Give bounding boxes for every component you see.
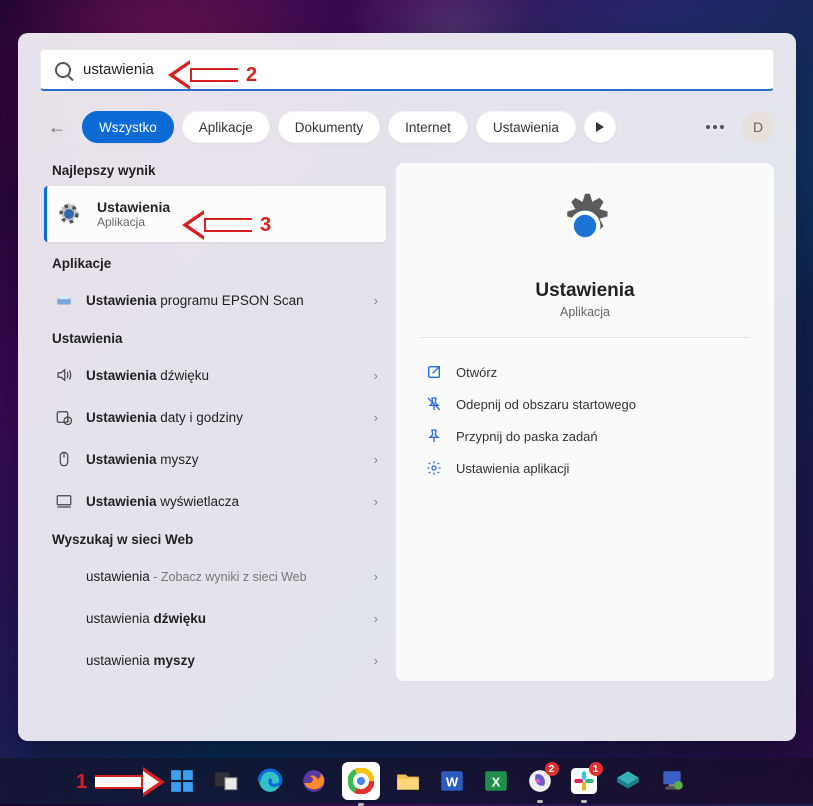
search-box[interactable]	[40, 49, 774, 91]
action-open[interactable]: Otwórz	[396, 356, 774, 388]
app-icon-2[interactable]	[656, 765, 688, 797]
annotation-number: 1	[76, 771, 87, 794]
app-result-item[interactable]: Ustawienia programu EPSON Scan ›	[52, 279, 384, 321]
gear-icon	[426, 460, 442, 476]
mouse-icon	[54, 450, 74, 468]
result-text: ustawienia dźwięku	[86, 611, 206, 626]
badge: 2	[545, 762, 559, 776]
start-search-panel: ← Wszystko Aplikacje Dokumenty Internet …	[18, 33, 796, 741]
preview-pane: Ustawienia Aplikacja Otwórz Odepnij od o…	[396, 163, 774, 681]
app-icon-1[interactable]	[612, 765, 644, 797]
chevron-right-icon: ›	[374, 653, 378, 668]
copilot-icon[interactable]: 2	[524, 765, 556, 797]
user-avatar[interactable]: D	[742, 111, 774, 143]
result-text: ustawienia myszy	[86, 653, 195, 668]
settings-result-datetime[interactable]: Ustawienia daty i godziny ›	[52, 396, 384, 438]
preview-title: Ustawienia	[535, 280, 634, 302]
edge-icon[interactable]	[254, 765, 286, 797]
play-icon	[596, 122, 604, 132]
settings-result-sound[interactable]: Ustawienia dźwięku ›	[52, 354, 384, 396]
search-icon	[55, 62, 71, 78]
filter-apps[interactable]: Aplikacje	[182, 111, 270, 143]
badge: 1	[589, 762, 603, 776]
action-app-settings[interactable]: Ustawienia aplikacji	[396, 452, 774, 484]
results-column: Najlepszy wynik Ustawienia Aplikacja Apl…	[52, 163, 384, 681]
gear-icon	[550, 191, 620, 266]
datetime-icon	[54, 408, 74, 426]
section-web: Wyszukaj w sieci Web	[52, 532, 384, 547]
annotation-arrow-3: 3	[182, 210, 279, 240]
web-result-item[interactable]: ustawienia myszy ›	[52, 639, 384, 681]
filter-documents[interactable]: Dokumenty	[278, 111, 380, 143]
overflow-menu[interactable]	[706, 125, 724, 129]
annotation-arrow-1: 1	[68, 767, 165, 797]
section-settings: Ustawienia	[52, 331, 384, 346]
result-text: Ustawienia wyświetlacza	[86, 494, 239, 509]
excel-icon[interactable]: X	[480, 765, 512, 797]
chevron-right-icon: ›	[374, 494, 378, 509]
svg-text:W: W	[445, 774, 458, 789]
pin-icon	[426, 428, 442, 444]
divider	[420, 337, 750, 338]
display-icon	[54, 492, 74, 510]
result-text: ustawienia - Zobacz wyniki z sieci Web	[86, 569, 307, 584]
web-result-item[interactable]: ustawienia dźwięku ›	[52, 597, 384, 639]
annotation-number: 3	[260, 214, 271, 237]
chevron-right-icon: ›	[374, 569, 378, 584]
chevron-right-icon: ›	[374, 368, 378, 383]
sound-icon	[54, 366, 74, 384]
action-unpin-start[interactable]: Odepnij od obszaru startowego	[396, 388, 774, 420]
chevron-right-icon: ›	[374, 611, 378, 626]
section-apps: Aplikacje	[52, 256, 384, 271]
result-text: Ustawienia dźwięku	[86, 368, 209, 383]
filter-more[interactable]	[584, 111, 616, 143]
explorer-icon[interactable]	[392, 765, 424, 797]
chevron-right-icon: ›	[374, 293, 378, 308]
best-match-subtitle: Aplikacja	[97, 215, 170, 229]
unpin-icon	[426, 396, 442, 412]
filter-settings[interactable]: Ustawienia	[476, 111, 576, 143]
annotation-number: 2	[246, 64, 257, 87]
action-label: Odepnij od obszaru startowego	[456, 397, 636, 412]
slack-icon[interactable]: 1	[568, 765, 600, 797]
filter-bar: ← Wszystko Aplikacje Dokumenty Internet …	[40, 107, 774, 147]
settings-result-display[interactable]: Ustawienia wyświetlacza ›	[52, 480, 384, 522]
open-icon	[426, 364, 442, 380]
annotation-arrow-2: 2	[168, 60, 265, 90]
preview-subtitle: Aplikacja	[560, 305, 610, 319]
filter-internet[interactable]: Internet	[388, 111, 468, 143]
search-icon	[54, 570, 74, 582]
section-best-match: Najlepszy wynik	[52, 163, 384, 178]
chrome-icon[interactable]	[342, 762, 380, 800]
svg-text:X: X	[491, 774, 500, 789]
result-text: Ustawienia daty i godziny	[86, 410, 243, 425]
result-text: Ustawienia myszy	[86, 452, 199, 467]
firefox-icon[interactable]	[298, 765, 330, 797]
back-button[interactable]: ←	[40, 110, 74, 144]
action-label: Ustawienia aplikacji	[456, 461, 569, 476]
filter-all[interactable]: Wszystko	[82, 111, 174, 143]
action-label: Otwórz	[456, 365, 497, 380]
taskview-button[interactable]	[210, 765, 242, 797]
web-result-item[interactable]: ustawienia - Zobacz wyniki z sieci Web ›	[52, 555, 384, 597]
result-text: Ustawienia programu EPSON Scan	[86, 293, 304, 308]
gear-icon	[55, 200, 83, 228]
search-icon	[54, 654, 74, 666]
action-label: Przypnij do paska zadań	[456, 429, 598, 444]
start-button[interactable]	[166, 765, 198, 797]
word-icon[interactable]: W	[436, 765, 468, 797]
settings-result-mouse[interactable]: Ustawienia myszy ›	[52, 438, 384, 480]
best-match-title: Ustawienia	[97, 199, 170, 215]
chevron-right-icon: ›	[374, 410, 378, 425]
scanner-icon	[54, 291, 74, 309]
search-icon	[54, 612, 74, 624]
action-pin-taskbar[interactable]: Przypnij do paska zadań	[396, 420, 774, 452]
chevron-right-icon: ›	[374, 452, 378, 467]
